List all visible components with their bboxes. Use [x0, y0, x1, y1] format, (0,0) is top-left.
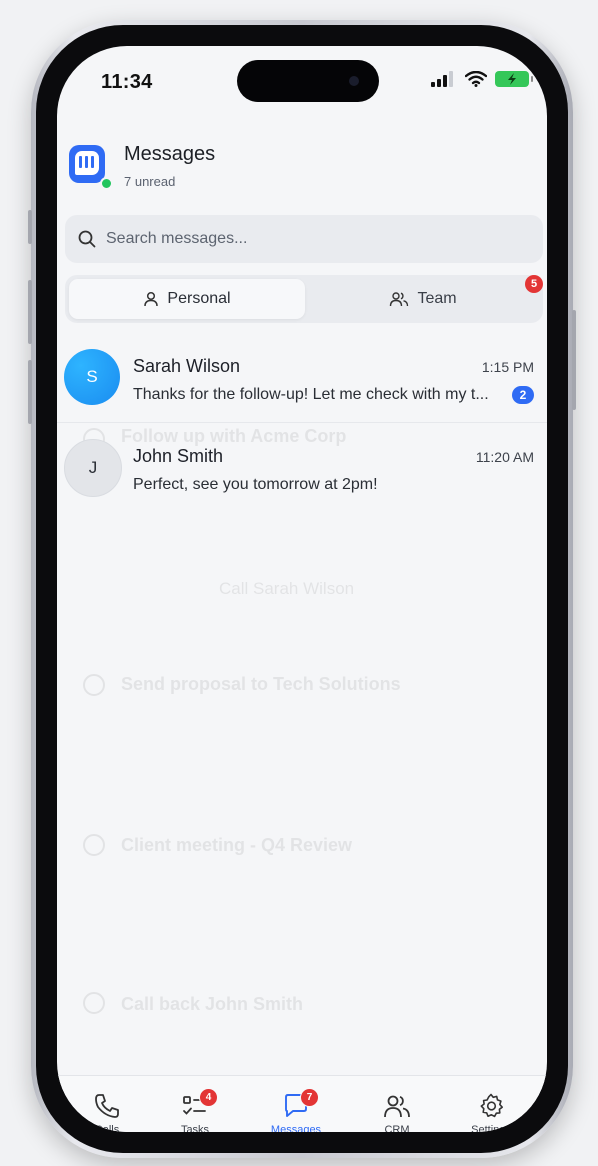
- power-button: [572, 310, 576, 410]
- tasks-badge: 4: [199, 1088, 218, 1107]
- nav-messages[interactable]: 7 Messages: [256, 1088, 336, 1132]
- online-status-dot: [100, 177, 113, 190]
- volume-up-button: [28, 280, 32, 344]
- contact-name: Sarah Wilson: [133, 356, 241, 376]
- nav-calls-label: Calls: [94, 1124, 120, 1132]
- app-logo-icon: [69, 145, 105, 183]
- tab-personal-label: Personal: [167, 290, 231, 307]
- nav-crm-label: CRM: [384, 1124, 410, 1132]
- avatar: S: [64, 349, 120, 405]
- phone-frame: Follow up with Acme Corp Call Sarah Wils…: [28, 20, 576, 1158]
- battery-icon: [495, 71, 533, 87]
- status-time: 11:34: [101, 71, 153, 93]
- signal-icon: [431, 71, 453, 87]
- tab-team-label: Team: [417, 290, 457, 307]
- nav-calls[interactable]: Calls: [67, 1092, 147, 1132]
- unread-count: 7 unread: [124, 174, 176, 189]
- nav-messages-label: Messages: [270, 1124, 322, 1132]
- page-title: Messages: [124, 143, 216, 165]
- nav-settings[interactable]: Settings: [451, 1092, 531, 1132]
- search-input[interactable]: [104, 229, 508, 249]
- messages-badge: 7: [300, 1088, 319, 1107]
- avatar: J: [64, 439, 122, 497]
- people-icon: [390, 292, 409, 307]
- nav-crm[interactable]: CRM: [357, 1092, 437, 1132]
- phone-screen: Follow up with Acme Corp Call Sarah Wils…: [57, 46, 547, 1132]
- tab-switcher: Personal Team: [65, 275, 543, 323]
- phone-bezel: Follow up with Acme Corp Call Sarah Wils…: [36, 25, 568, 1153]
- nav-settings-label: Settings: [471, 1124, 511, 1132]
- phone-icon: [95, 1094, 119, 1118]
- divider: [57, 422, 547, 423]
- search-bar[interactable]: [65, 215, 543, 263]
- person-icon: [144, 291, 159, 307]
- search-icon: [78, 230, 96, 248]
- message-time: 1:15 PM: [481, 359, 534, 375]
- message-preview: Perfect, see you tomorrow at 2pm!: [133, 476, 378, 493]
- background-ghost: Follow up with Acme Corp Call Sarah Wils…: [57, 46, 547, 1132]
- message-time: 11:20 AM: [475, 449, 534, 465]
- tab-personal[interactable]: Personal: [69, 279, 305, 319]
- conversation-item[interactable]: J John Smith 11:20 AM Perfect, see you t…: [57, 433, 547, 509]
- wifi-icon: [465, 71, 487, 87]
- action-button: [28, 210, 32, 244]
- users-icon: [384, 1095, 410, 1118]
- team-badge: 5: [525, 275, 543, 293]
- nav-tasks-label: Tasks: [180, 1124, 210, 1132]
- status-icons: [429, 71, 533, 87]
- volume-down-button: [28, 360, 32, 424]
- bottom-nav: Calls 4 Tasks 7 Messages CRM Settings: [57, 1075, 547, 1132]
- gear-icon: [480, 1093, 503, 1118]
- nav-tasks[interactable]: 4 Tasks: [155, 1088, 235, 1132]
- conversation-item[interactable]: S Sarah Wilson 1:15 PM Thanks for the fo…: [57, 343, 547, 419]
- unread-badge: 2: [512, 386, 534, 404]
- tab-team[interactable]: Team: [305, 279, 541, 319]
- message-preview: Thanks for the follow-up! Let me check w…: [133, 386, 489, 403]
- dynamic-island: [237, 60, 379, 102]
- contact-name: John Smith: [133, 446, 224, 466]
